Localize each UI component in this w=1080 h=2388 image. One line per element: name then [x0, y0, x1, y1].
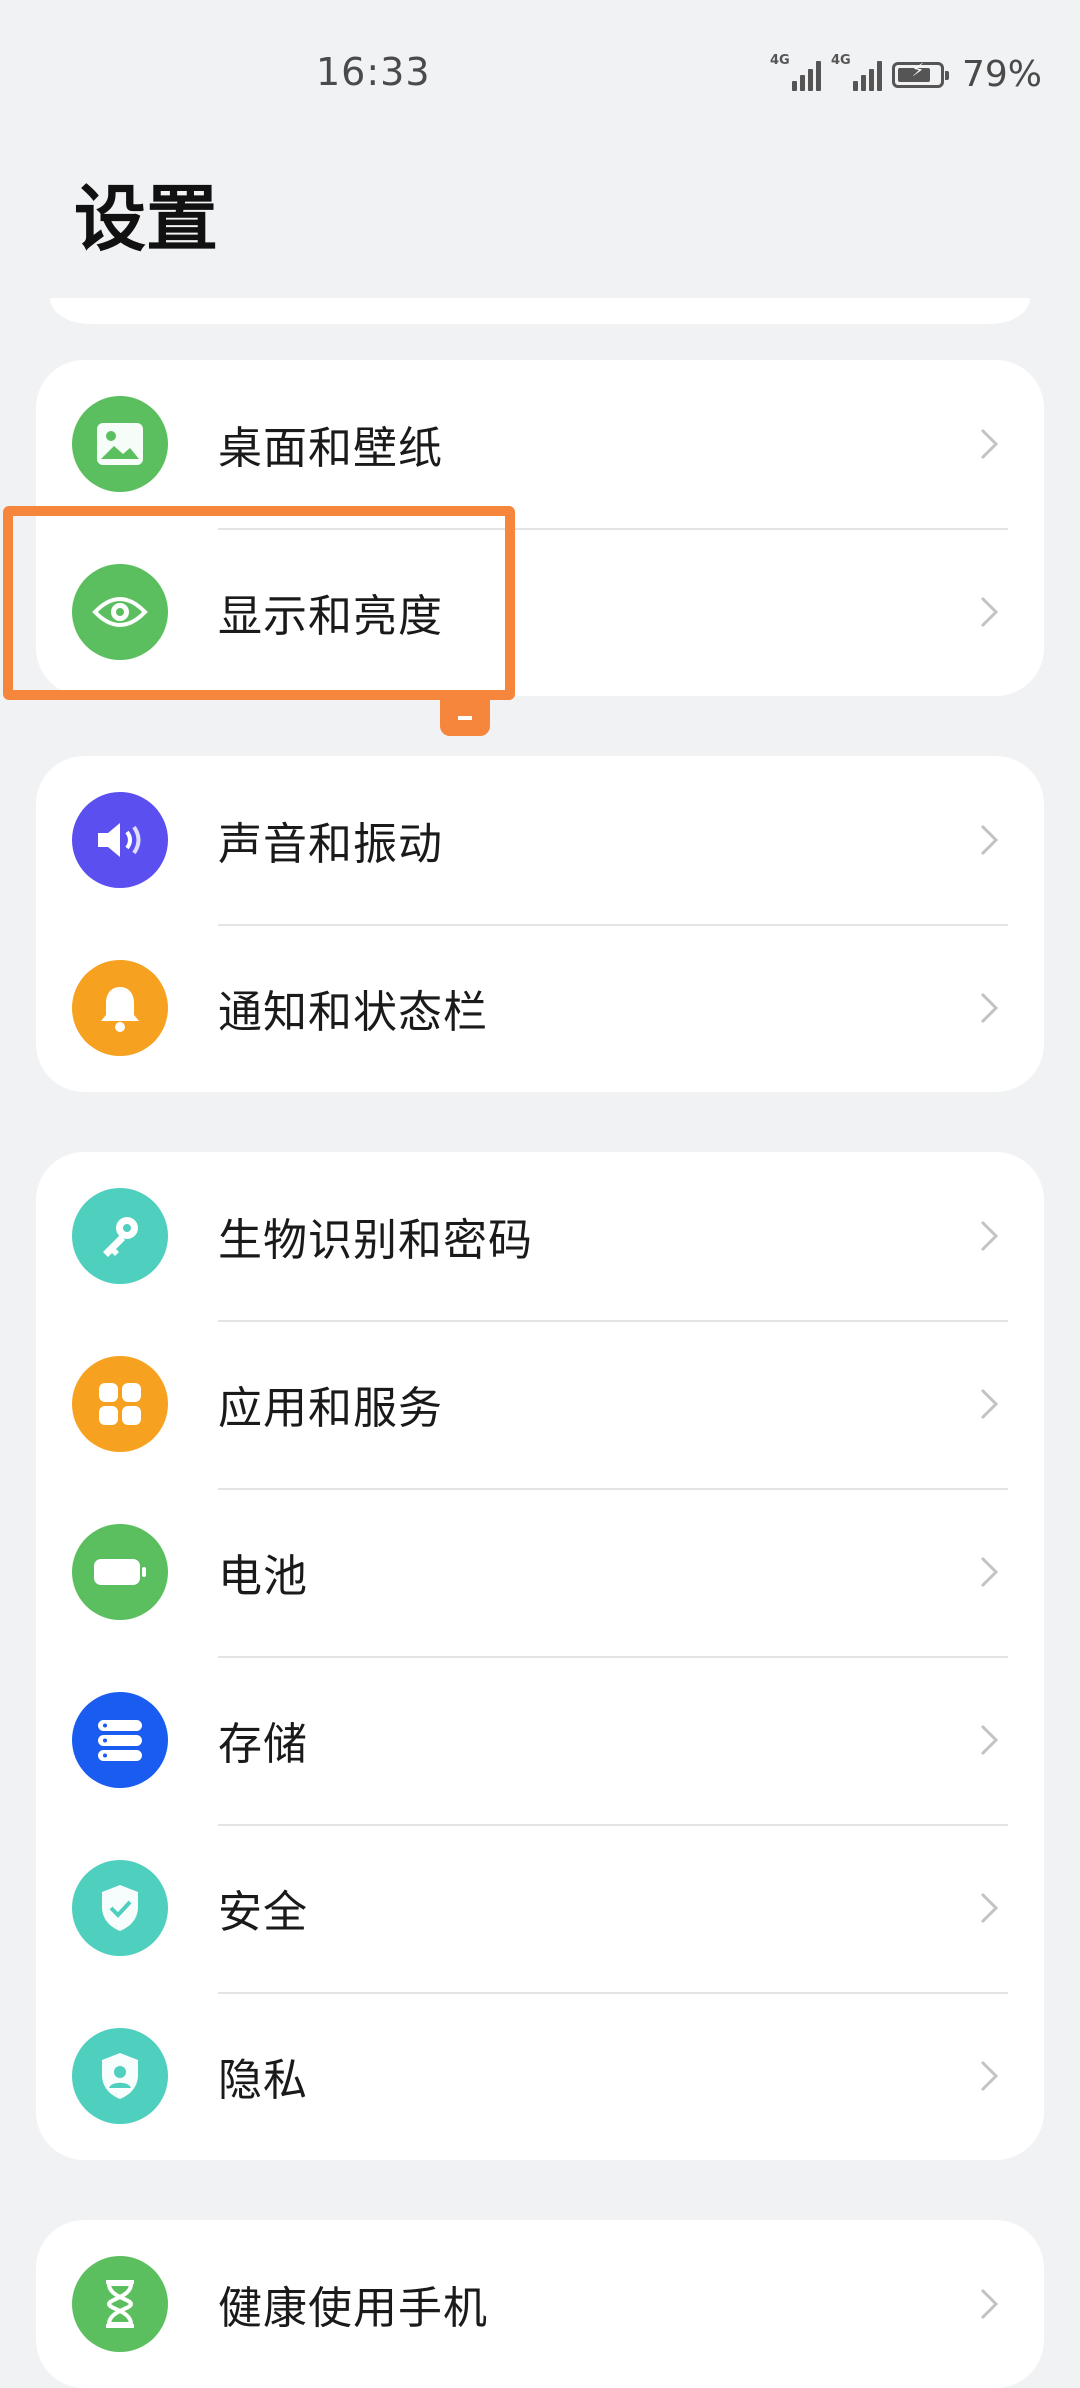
settings-item-wallpaper[interactable]: 桌面和壁纸 — [36, 360, 1044, 528]
eye-icon — [72, 564, 168, 660]
battery-icon: ⚡ — [891, 59, 949, 88]
battery-icon — [72, 1524, 168, 1620]
settings-item-label: 桌面和壁纸 — [218, 423, 443, 474]
settings-item-security[interactable]: 安全 — [36, 1824, 1044, 1992]
storage-icon — [72, 1692, 168, 1788]
chevron-right-icon — [980, 2288, 999, 2320]
settings-item-battery[interactable]: 电池 — [36, 1488, 1044, 1656]
chevron-right-icon — [980, 1220, 999, 1252]
chevron-right-icon — [980, 596, 999, 628]
settings-item-sound-vibration[interactable]: 声音和振动 — [36, 756, 1044, 924]
settings-item-privacy[interactable]: 隐私 — [36, 1992, 1044, 2160]
highlight-annotation-tab — [440, 700, 490, 736]
settings-group-system: 生物识别和密码 应用和服务 电池 存储 安全 隐私 — [36, 1152, 1044, 2160]
apps-grid-icon — [72, 1356, 168, 1452]
privacy-shield-icon — [72, 2028, 168, 2124]
chevron-right-icon — [980, 1556, 999, 1588]
shield-check-icon — [72, 1860, 168, 1956]
settings-item-label: 电池 — [218, 1551, 308, 1602]
signal-icon: 4G — [770, 53, 821, 91]
charging-bolt-icon: ⚡ — [911, 59, 925, 81]
chevron-right-icon — [980, 2060, 999, 2092]
settings-group-sound-notify: 声音和振动 通知和状态栏 — [36, 756, 1044, 1092]
settings-item-label: 应用和服务 — [218, 1383, 443, 1434]
settings-item-digital-balance[interactable]: 健康使用手机 — [36, 2220, 1044, 2388]
settings-item-label: 隐私 — [218, 2055, 308, 2106]
settings-item-label: 生物识别和密码 — [218, 1215, 533, 1266]
key-icon — [72, 1188, 168, 1284]
settings-group-wellbeing: 健康使用手机 — [36, 2220, 1044, 2388]
chevron-right-icon — [980, 1724, 999, 1756]
settings-group-display: 桌面和壁纸 显示和亮度 — [36, 360, 1044, 696]
wallpaper-icon — [72, 396, 168, 492]
status-time: 16:33 — [316, 50, 431, 94]
bell-icon — [72, 960, 168, 1056]
signal-icon: 4G — [831, 53, 882, 91]
page-title: 设置 — [74, 177, 219, 261]
status-bar: 16:33 4G 4G ⚡ 79% — [0, 0, 1080, 150]
speaker-icon — [72, 792, 168, 888]
battery-percent: 79% — [961, 54, 1042, 95]
chevron-right-icon — [980, 1892, 999, 1924]
settings-item-storage[interactable]: 存储 — [36, 1656, 1044, 1824]
collapsed-card[interactable] — [50, 298, 1030, 324]
settings-item-label: 安全 — [218, 1887, 308, 1938]
settings-item-apps-services[interactable]: 应用和服务 — [36, 1320, 1044, 1488]
settings-item-label: 显示和亮度 — [218, 591, 443, 642]
settings-item-label: 健康使用手机 — [218, 2283, 488, 2334]
status-indicators: 4G 4G ⚡ 79% — [770, 53, 1042, 96]
chevron-right-icon — [980, 992, 999, 1024]
settings-item-label: 声音和振动 — [218, 819, 443, 870]
chevron-right-icon — [980, 824, 999, 856]
hourglass-icon — [72, 2256, 168, 2352]
settings-item-label: 存储 — [218, 1719, 308, 1770]
chevron-right-icon — [980, 1388, 999, 1420]
chevron-right-icon — [980, 428, 999, 460]
settings-item-label: 通知和状态栏 — [218, 987, 488, 1038]
settings-item-notifications[interactable]: 通知和状态栏 — [36, 924, 1044, 1092]
settings-item-biometrics-password[interactable]: 生物识别和密码 — [36, 1152, 1044, 1320]
settings-item-display-brightness[interactable]: 显示和亮度 — [36, 528, 1044, 696]
